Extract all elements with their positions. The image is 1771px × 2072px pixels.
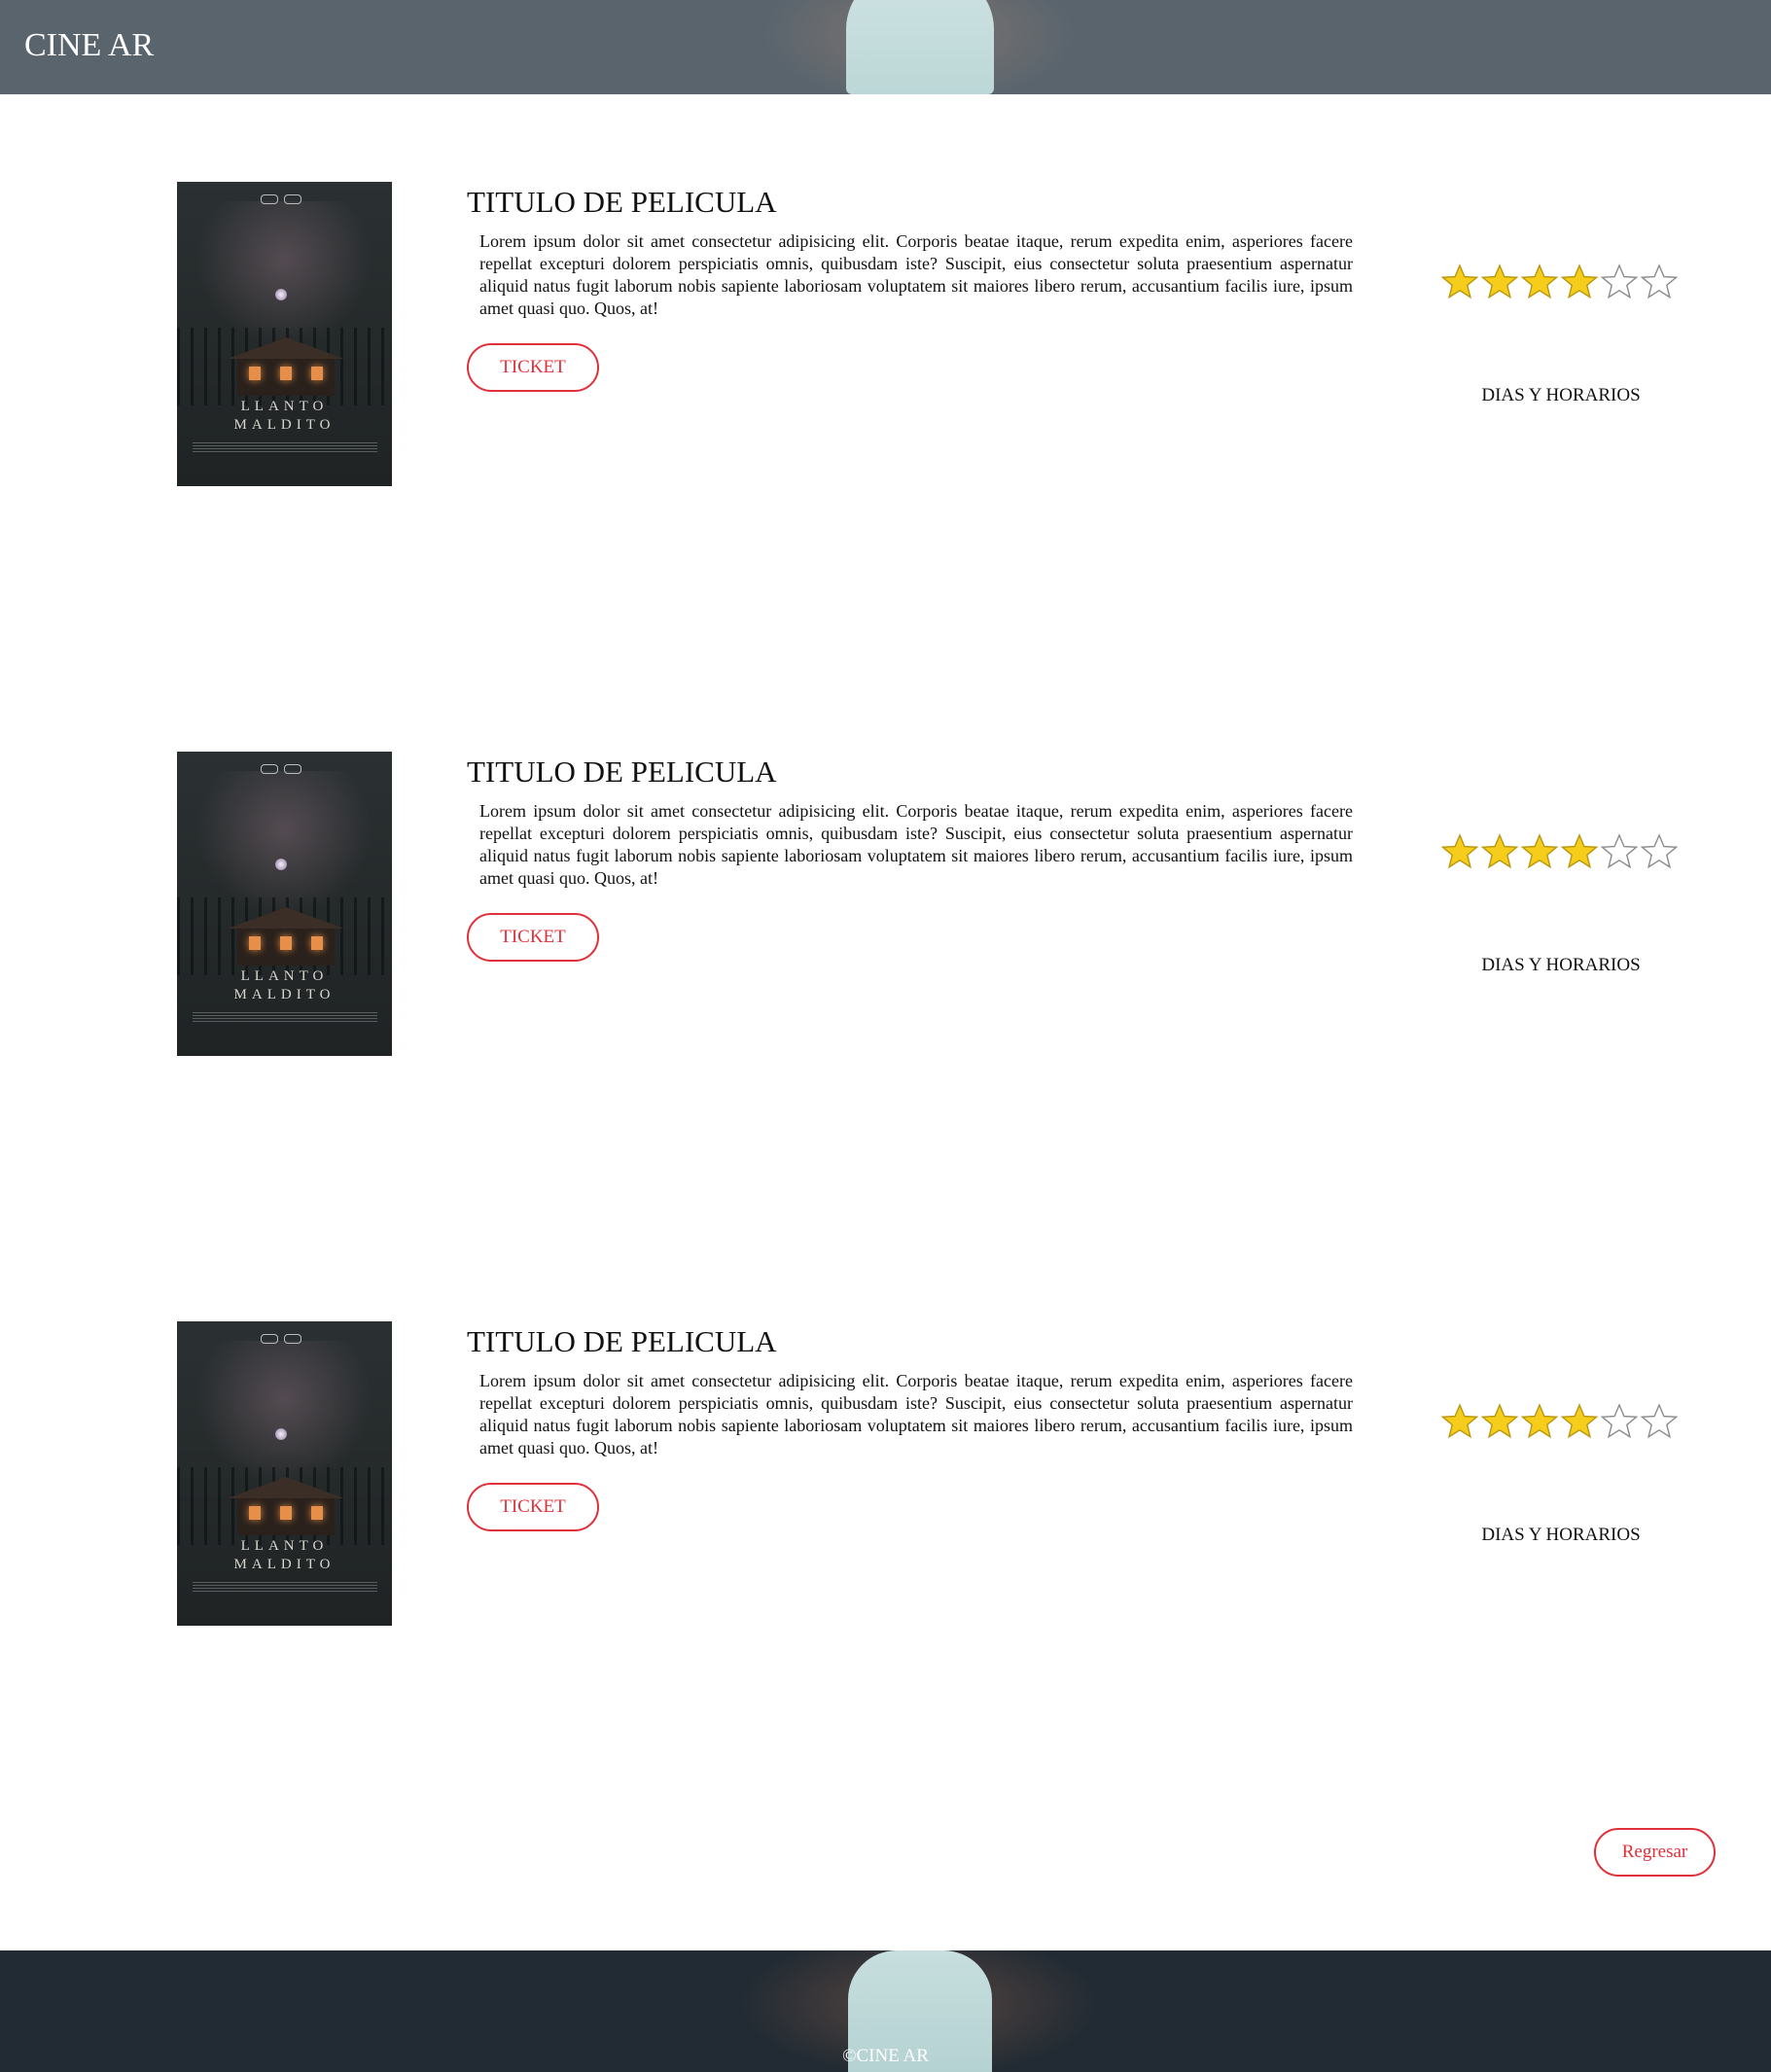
poster-logos [261, 761, 309, 774]
movie-description: Lorem ipsum dolor sit amet consectetur a… [479, 801, 1353, 888]
movie-title: TITULO DE PELICULA [467, 755, 777, 789]
poster-fog [196, 771, 372, 917]
schedule-link[interactable]: DIAS Y HORARIOS [1439, 1525, 1682, 1546]
schedule-link[interactable]: DIAS Y HORARIOS [1439, 385, 1682, 406]
star-empty-icon[interactable] [1641, 1403, 1678, 1440]
poster-title-line2: MALDITO [233, 987, 336, 1002]
movie-description: Lorem ipsum dolor sit amet consectetur a… [479, 1371, 1353, 1457]
poster-moon [275, 1428, 287, 1440]
movie-poster[interactable]: LLANTO MALDITO [177, 1321, 392, 1626]
poster-moon [275, 289, 287, 300]
poster-title-line1: LLANTO [240, 968, 329, 984]
poster-title-line1: LLANTO [240, 399, 329, 414]
rating-stars [1441, 833, 1684, 872]
movie-card: LLANTO MALDITO TITULO DE PELICULA Lorem … [0, 1321, 1771, 1633]
poster-logos [261, 192, 309, 204]
ticket-button[interactable]: TICKET [467, 913, 599, 962]
movie-title: TITULO DE PELICULA [467, 185, 777, 219]
star-filled-icon[interactable] [1441, 1403, 1478, 1440]
poster-fog [196, 1341, 372, 1487]
movie-description: Lorem ipsum dolor sit amet consectetur a… [479, 231, 1353, 318]
poster-credits [193, 442, 377, 452]
star-empty-icon[interactable] [1601, 833, 1638, 870]
poster-title: LLANTO MALDITO [177, 967, 392, 1004]
star-filled-icon[interactable] [1441, 263, 1478, 300]
site-brand[interactable]: CINE AR [24, 27, 154, 64]
poster-house [228, 907, 344, 967]
star-empty-icon[interactable] [1641, 833, 1678, 870]
poster-house [228, 337, 344, 398]
poster-moon [275, 859, 287, 870]
site-footer: ©CINE AR [0, 1950, 1771, 2072]
ticket-button[interactable]: TICKET [467, 343, 599, 392]
poster-credits [193, 1582, 377, 1592]
back-button[interactable]: Regresar [1594, 1828, 1716, 1877]
poster-title-line1: LLANTO [240, 1538, 329, 1554]
poster-title-line2: MALDITO [233, 1557, 336, 1572]
header-background-light [846, 0, 994, 94]
movie-title: TITULO DE PELICULA [467, 1324, 777, 1358]
star-filled-icon[interactable] [1481, 833, 1518, 870]
poster-credits [193, 1012, 377, 1022]
movie-poster[interactable]: LLANTO MALDITO [177, 182, 392, 486]
movie-card: LLANTO MALDITO TITULO DE PELICULA Lorem … [0, 182, 1771, 493]
movie-card: LLANTO MALDITO TITULO DE PELICULA Lorem … [0, 752, 1771, 1063]
star-empty-icon[interactable] [1601, 263, 1638, 300]
star-filled-icon[interactable] [1561, 833, 1598, 870]
star-filled-icon[interactable] [1521, 833, 1558, 870]
schedule-link[interactable]: DIAS Y HORARIOS [1439, 955, 1682, 976]
movie-poster[interactable]: LLANTO MALDITO [177, 752, 392, 1056]
poster-title-line2: MALDITO [233, 417, 336, 433]
star-filled-icon[interactable] [1481, 263, 1518, 300]
star-filled-icon[interactable] [1481, 1403, 1518, 1440]
footer-copyright: ©CINE AR [842, 2046, 929, 2066]
star-filled-icon[interactable] [1561, 1403, 1598, 1440]
poster-fog [196, 201, 372, 347]
star-empty-icon[interactable] [1641, 263, 1678, 300]
star-filled-icon[interactable] [1521, 1403, 1558, 1440]
star-filled-icon[interactable] [1521, 263, 1558, 300]
star-filled-icon[interactable] [1561, 263, 1598, 300]
star-empty-icon[interactable] [1601, 1403, 1638, 1440]
poster-house [228, 1477, 344, 1537]
rating-stars [1441, 1403, 1684, 1442]
rating-stars [1441, 263, 1684, 302]
star-filled-icon[interactable] [1441, 833, 1478, 870]
site-header: CINE AR [0, 0, 1771, 94]
poster-logos [261, 1331, 309, 1344]
poster-title: LLANTO MALDITO [177, 398, 392, 435]
ticket-button[interactable]: TICKET [467, 1483, 599, 1531]
poster-title: LLANTO MALDITO [177, 1537, 392, 1574]
